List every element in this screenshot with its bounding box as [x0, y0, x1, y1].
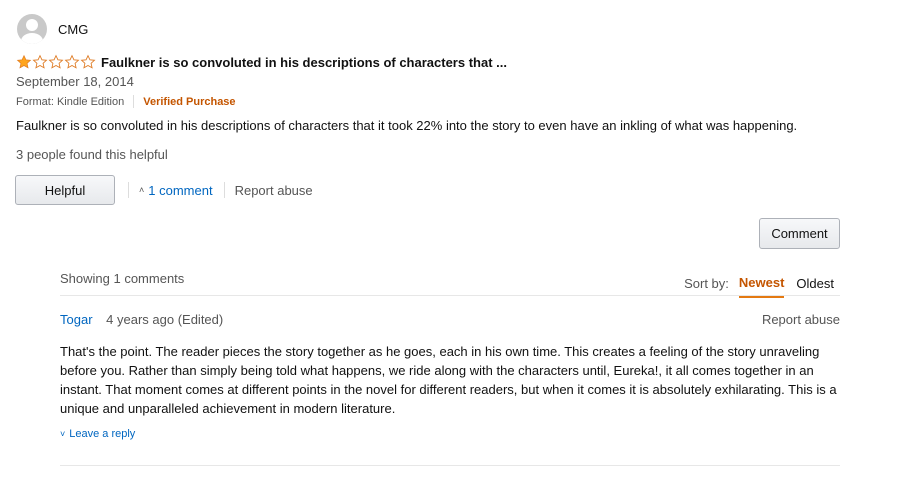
comment-count-label[interactable]: 1 comment	[148, 183, 212, 198]
divider	[133, 95, 135, 108]
star-empty-icon	[48, 54, 64, 69]
comment-text: That's the point. The reader pieces the …	[60, 344, 837, 416]
divider	[128, 182, 129, 198]
comment-report-abuse-link[interactable]: Report abuse	[762, 312, 840, 327]
comment-header: Togar 4 years ago (Edited) Report abuse	[60, 312, 840, 330]
report-abuse-link[interactable]: Report abuse	[235, 183, 313, 198]
sort-newest-tab[interactable]: Newest	[738, 275, 785, 298]
comments-count: Showing 1 comments	[60, 271, 185, 286]
chevron-down-icon: ˅	[60, 429, 66, 439]
star-empty-icon	[32, 54, 48, 69]
review-actions: Helpful ˄ 1 comment Report abuse	[15, 175, 313, 205]
chevron-up-icon: ˄	[139, 185, 145, 195]
star-empty-icon	[64, 54, 80, 69]
reviewer-name[interactable]: CMG	[58, 22, 88, 37]
helpful-button[interactable]: Helpful	[15, 175, 115, 205]
comment-button[interactable]: Comment	[759, 218, 840, 249]
review-meta: Format: Kindle Edition Verified Purchase	[16, 95, 236, 108]
helpful-count: 3 people found this helpful	[16, 147, 168, 162]
divider	[60, 465, 840, 466]
comment-item: Togar 4 years ago (Edited) Report abuse …	[60, 312, 840, 440]
leave-reply-label[interactable]: Leave a reply	[69, 428, 135, 440]
comments-header: Showing 1 comments Sort by: Newest Oldes…	[60, 262, 840, 298]
leave-reply-link[interactable]: ˅ Leave a reply	[60, 428, 840, 440]
comment-timestamp: 4 years ago (Edited)	[106, 312, 224, 327]
sort-control: Sort by: Newest Oldest	[684, 269, 834, 298]
reviewer-profile[interactable]: CMG	[17, 14, 88, 44]
comments-toggle-link[interactable]: ˄ 1 comment	[139, 183, 213, 198]
star-filled-icon	[16, 54, 32, 69]
divider	[223, 182, 225, 198]
star-empty-icon	[80, 54, 96, 69]
sort-label: Sort by:	[684, 276, 729, 291]
review-title[interactable]: Faulkner is so convoluted in his descrip…	[101, 55, 507, 70]
format-label: Format: Kindle Edition	[16, 95, 125, 108]
review-body: Faulkner is so convoluted in his descrip…	[16, 118, 798, 133]
rating-row: Faulkner is so convoluted in his descrip…	[16, 54, 507, 70]
verified-purchase-badge: Verified Purchase	[143, 95, 236, 108]
avatar[interactable]	[17, 14, 47, 44]
review-date: September 18, 2014	[16, 74, 134, 89]
review-page: CMG Faulkner is so convoluted in his des…	[0, 0, 899, 484]
sort-oldest-tab[interactable]: Oldest	[796, 276, 834, 291]
comment-author-link[interactable]: Togar	[60, 312, 93, 327]
star-rating	[16, 54, 96, 70]
